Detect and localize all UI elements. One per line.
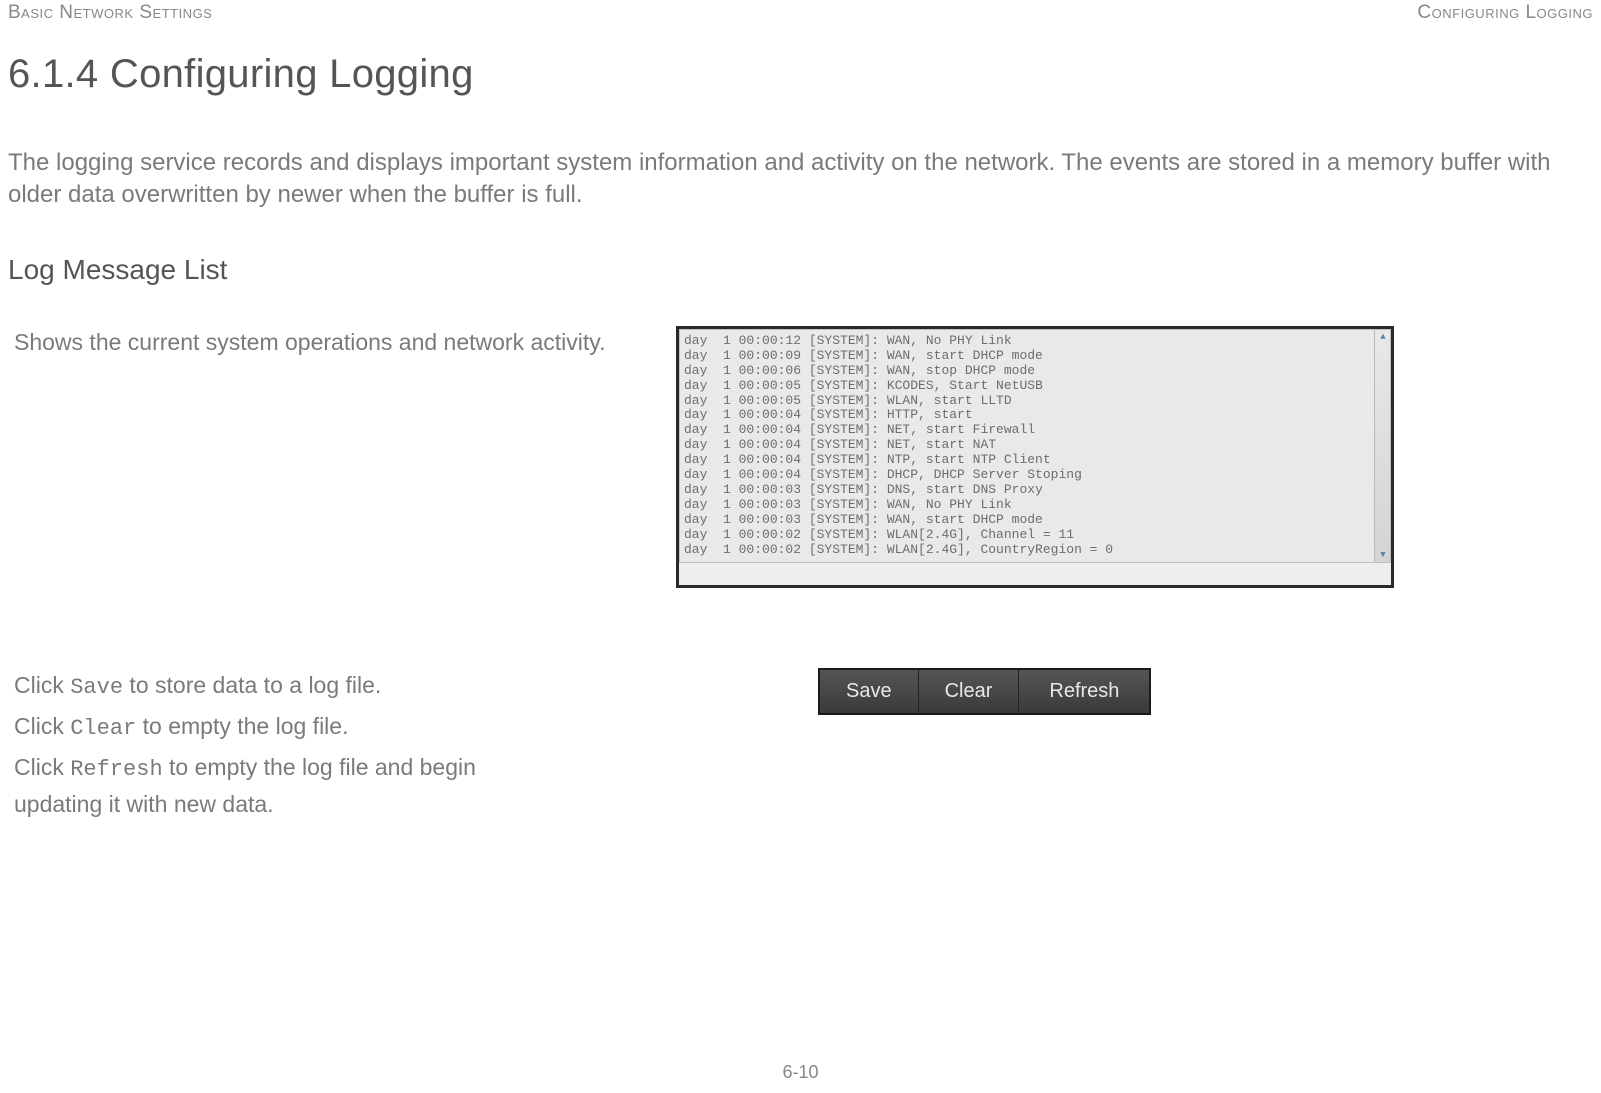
button-bar: Save Clear Refresh <box>818 668 1151 715</box>
intro-paragraph: The logging service records and displays… <box>8 147 1593 212</box>
log-line: day 1 00:00:04 [SYSTEM]: DHCP, DHCP Serv… <box>684 468 1372 483</box>
page-title: 6.1.4 Configuring Logging <box>8 52 1593 97</box>
log-line: day 1 00:00:03 [SYSTEM]: WAN, start DHCP… <box>684 513 1372 528</box>
log-section: Shows the current system operations and … <box>8 326 1593 588</box>
scroll-up-icon[interactable]: ▲ <box>1377 331 1389 343</box>
log-line: day 1 00:00:03 [SYSTEM]: DNS, start DNS … <box>684 483 1372 498</box>
header-right: Configuring Logging <box>1417 2 1593 24</box>
save-cmd: Save <box>70 675 123 700</box>
save-instruction: Click Save to store data to a log file. <box>14 668 548 705</box>
log-line: day 1 00:00:02 [SYSTEM]: WLAN[2.4G], Cha… <box>684 528 1372 543</box>
log-line: day 1 00:00:04 [SYSTEM]: HTTP, start <box>684 408 1372 423</box>
log-panel: day 1 00:00:12 [SYSTEM]: WAN, No PHY Lin… <box>676 326 1394 588</box>
refresh-button[interactable]: Refresh <box>1019 670 1149 713</box>
log-line: day 1 00:00:04 [SYSTEM]: NTP, start NTP … <box>684 453 1372 468</box>
log-line: day 1 00:00:09 [SYSTEM]: WAN, start DHCP… <box>684 349 1372 364</box>
button-instructions-row: Click Save to store data to a log file. … <box>8 668 1593 827</box>
log-description: Shows the current system operations and … <box>8 326 648 359</box>
text: Click <box>14 672 70 698</box>
refresh-cmd: Refresh <box>70 757 162 782</box>
log-line: day 1 00:00:05 [SYSTEM]: WLAN, start LLT… <box>684 394 1372 409</box>
text: Click <box>14 754 70 780</box>
text: to empty the log file. <box>136 713 348 739</box>
subheading-log-message-list: Log Message List <box>8 254 1593 286</box>
log-line: day 1 00:00:12 [SYSTEM]: WAN, No PHY Lin… <box>684 334 1372 349</box>
page-number: 6-10 <box>0 1062 1601 1083</box>
log-scrollbar[interactable]: ▲ ▼ <box>1374 330 1390 562</box>
save-button[interactable]: Save <box>820 670 919 713</box>
log-footer <box>679 563 1391 585</box>
text: Click <box>14 713 70 739</box>
clear-button[interactable]: Clear <box>919 670 1020 713</box>
button-instructions: Click Save to store data to a log file. … <box>8 668 548 827</box>
log-textarea[interactable]: day 1 00:00:12 [SYSTEM]: WAN, No PHY Lin… <box>679 329 1391 563</box>
refresh-instruction: Click Refresh to empty the log file and … <box>14 750 548 823</box>
log-line: day 1 00:00:06 [SYSTEM]: WAN, stop DHCP … <box>684 364 1372 379</box>
log-line: day 1 00:00:02 [SYSTEM]: WLAN[2.4G], Cou… <box>684 543 1372 558</box>
text: to store data to a log file. <box>123 672 381 698</box>
header-left: Basic Network Settings <box>8 2 212 24</box>
log-line: day 1 00:00:05 [SYSTEM]: KCODES, Start N… <box>684 379 1372 394</box>
clear-instruction: Click Clear to empty the log file. <box>14 709 548 746</box>
log-line: day 1 00:00:04 [SYSTEM]: NET, start Fire… <box>684 423 1372 438</box>
clear-cmd: Clear <box>70 716 136 741</box>
page-header: Basic Network Settings Configuring Loggi… <box>8 2 1593 24</box>
log-line: day 1 00:00:04 [SYSTEM]: NET, start NAT <box>684 438 1372 453</box>
log-line: day 1 00:00:03 [SYSTEM]: WAN, No PHY Lin… <box>684 498 1372 513</box>
scroll-down-icon[interactable]: ▼ <box>1377 549 1389 561</box>
